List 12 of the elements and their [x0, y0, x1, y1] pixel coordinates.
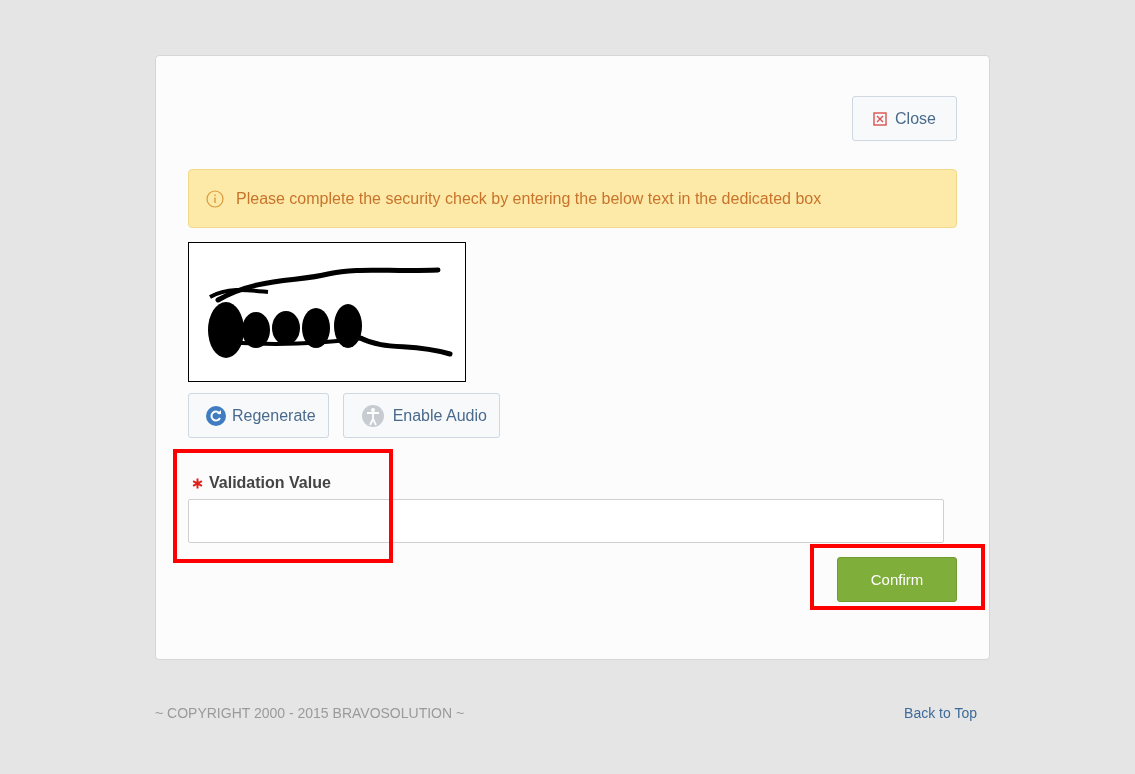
captcha-button[interactable]: Enable Audio	[342, 393, 500, 438]
close-icon	[873, 111, 888, 126]
validation-input[interactable]	[188, 499, 944, 543]
accessibility-icon	[360, 403, 387, 428]
field-label: Validation Value	[209, 474, 331, 492]
copyright-text: ~ COPYRIGHT 2000 - 2015 BRAVOSOLUTION ~	[155, 705, 465, 721]
back-to-top-link[interactable]: Back to Top	[904, 705, 977, 721]
close-button[interactable]: Close	[852, 96, 957, 141]
refresh-icon	[206, 405, 226, 426]
info-icon	[206, 189, 224, 208]
alert-message: Please complete the security check by entering the below text in the dedicated box	[236, 189, 822, 208]
captcha-button[interactable]: Regenerate	[188, 393, 329, 438]
